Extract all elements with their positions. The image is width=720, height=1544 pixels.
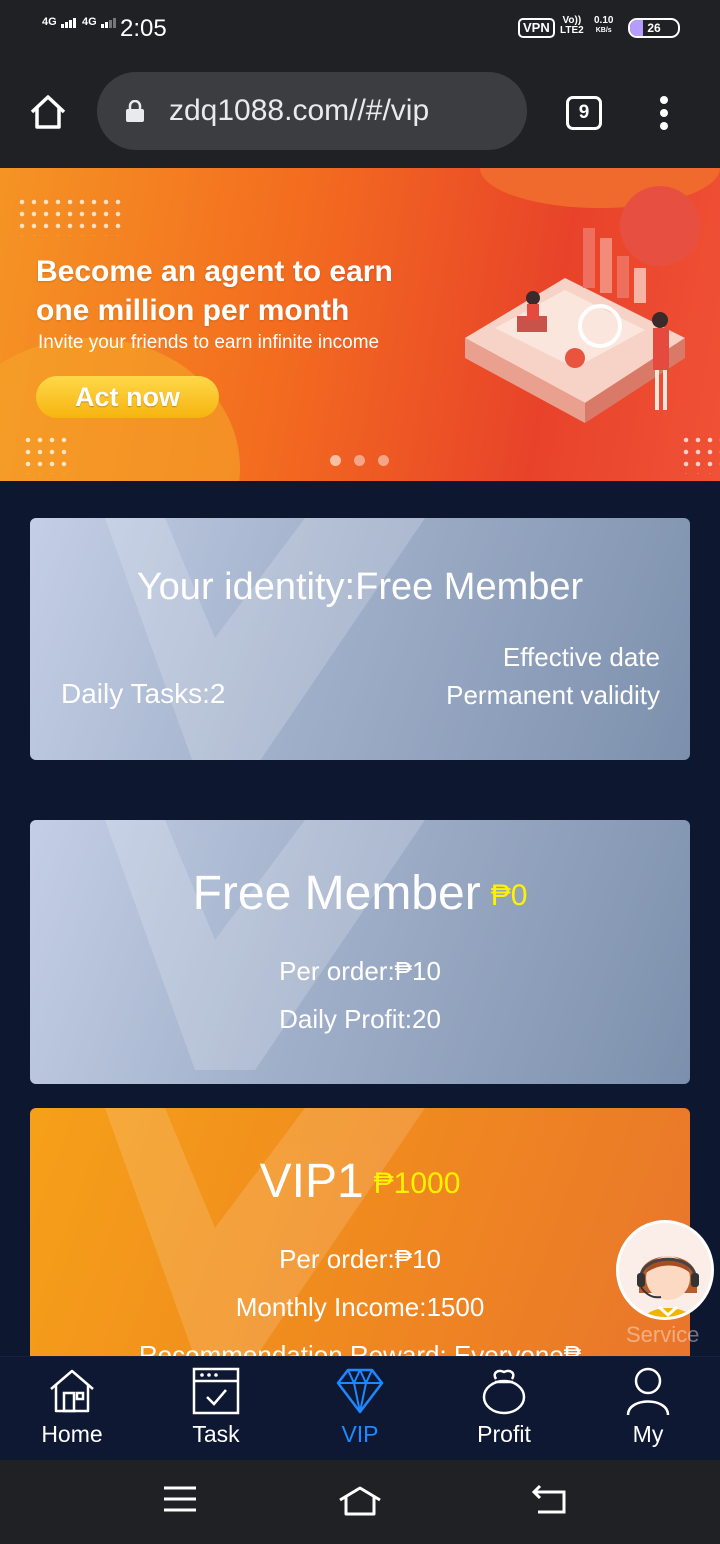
- signal-indicator-2: 4G: [82, 16, 117, 28]
- nav-home[interactable]: Home: [12, 1365, 132, 1448]
- identity-card: Your identity:Free Member Daily Tasks:2 …: [30, 518, 690, 760]
- browser-toolbar: zdq1088.com//#/vip 9: [0, 58, 720, 168]
- level-price: ₱1000: [373, 1167, 461, 1201]
- tabs-icon[interactable]: 9: [566, 96, 602, 130]
- bottom-nav: Home Task VIP Profit My: [0, 1356, 720, 1460]
- level-card-vip1[interactable]: VIP1 ₱1000 Per order:₱10 Monthly Income:1…: [30, 1108, 690, 1368]
- url-text: zdq1088.com//#/vip: [169, 94, 430, 127]
- system-nav-bar: [0, 1460, 720, 1544]
- battery-icon: 26: [628, 18, 680, 38]
- pager-dot[interactable]: [354, 455, 365, 466]
- dot-pattern: [22, 434, 70, 474]
- nav-vip[interactable]: VIP: [300, 1365, 420, 1448]
- signal-bars-icon: [100, 16, 117, 28]
- diamond-icon: [336, 1368, 384, 1414]
- signal-indicator-1: 4G: [42, 16, 77, 28]
- identity-title: Your identity:Free Member: [136, 566, 584, 608]
- signal-bars-icon: [60, 16, 77, 28]
- status-bar: 4G 4G 2:05 VPN Vo)) LTE2 0.10 KB/s 26: [0, 0, 720, 58]
- daily-tasks: Daily Tasks:2: [61, 678, 226, 709]
- nav-my[interactable]: My: [588, 1365, 708, 1448]
- pager-dot[interactable]: [330, 455, 341, 466]
- lock-icon: [126, 100, 144, 122]
- business-illustration: [465, 228, 685, 423]
- dot-pattern: [16, 196, 126, 236]
- banner-title: Become an agent to earn one million per …: [36, 252, 393, 330]
- network-type-2: 4G: [82, 16, 97, 28]
- level-title: Free Member ₱0: [30, 866, 690, 921]
- nav-profit[interactable]: Profit: [444, 1365, 564, 1448]
- effective-date-label: Effective date: [502, 642, 660, 672]
- nav-my-label: My: [632, 1421, 664, 1447]
- pager-dot[interactable]: [378, 455, 389, 466]
- nav-vip-label: VIP: [341, 1421, 379, 1447]
- recents-menu-icon[interactable]: [162, 1484, 198, 1514]
- back-icon[interactable]: [530, 1484, 568, 1516]
- banner-title-line2: one million per month: [36, 294, 350, 327]
- banner-pager: [330, 453, 402, 471]
- customer-service-button[interactable]: [616, 1220, 714, 1320]
- net-speed-unit: KB/s: [595, 27, 612, 34]
- home-icon: [50, 1369, 94, 1413]
- validity-value: Permanent validity: [446, 680, 660, 710]
- user-icon: [626, 1367, 670, 1416]
- level-name: Free Member: [192, 867, 481, 920]
- watermark-v-icon: [105, 518, 425, 760]
- home-icon[interactable]: [28, 92, 68, 132]
- net-speed-value: 0.10: [594, 15, 614, 26]
- system-home-icon[interactable]: [336, 1484, 384, 1518]
- vpn-badge: VPN: [518, 18, 555, 38]
- more-vert-icon[interactable]: [658, 96, 670, 132]
- per-order: Per order:₱10: [279, 956, 441, 986]
- banner-title-line1: Become an agent to earn: [36, 255, 393, 288]
- money-bag-icon: [482, 1369, 526, 1415]
- dot-pattern: [680, 434, 720, 474]
- level-title: VIP1 ₱1000: [30, 1154, 690, 1209]
- level-price: ₱0: [490, 879, 528, 913]
- nav-task-label: Task: [192, 1421, 240, 1447]
- support-agent-icon: [637, 1256, 699, 1317]
- daily-profit: Daily Profit:20: [279, 1004, 441, 1034]
- level-card-free-member[interactable]: Free Member ₱0 Per order:₱10 Daily Profit…: [30, 820, 690, 1084]
- clock: 2:05: [120, 15, 167, 42]
- service-label[interactable]: Service: [626, 1322, 699, 1348]
- banner-subtitle: Invite your friends to earn infinite inc…: [38, 332, 380, 353]
- promo-banner[interactable]: Become an agent to earn one million per …: [0, 168, 720, 481]
- level-name: VIP1: [259, 1155, 364, 1208]
- nav-task[interactable]: Task: [156, 1365, 276, 1448]
- nav-home-label: Home: [41, 1421, 103, 1447]
- act-now-button[interactable]: Act now: [36, 376, 219, 418]
- net-speed: 0.10 KB/s: [594, 16, 613, 36]
- task-icon: [192, 1367, 240, 1415]
- nav-profit-label: Profit: [477, 1421, 531, 1447]
- per-order: Per order:₱10: [279, 1244, 441, 1274]
- lte-label: LTE2: [560, 25, 584, 36]
- network-type-1: 4G: [42, 16, 57, 28]
- volte-indicator: Vo)) LTE2: [560, 16, 584, 36]
- monthly-income: Monthly Income:1500: [235, 1292, 485, 1322]
- battery-level: 26: [647, 21, 661, 35]
- address-bar[interactable]: zdq1088.com//#/vip: [97, 72, 527, 150]
